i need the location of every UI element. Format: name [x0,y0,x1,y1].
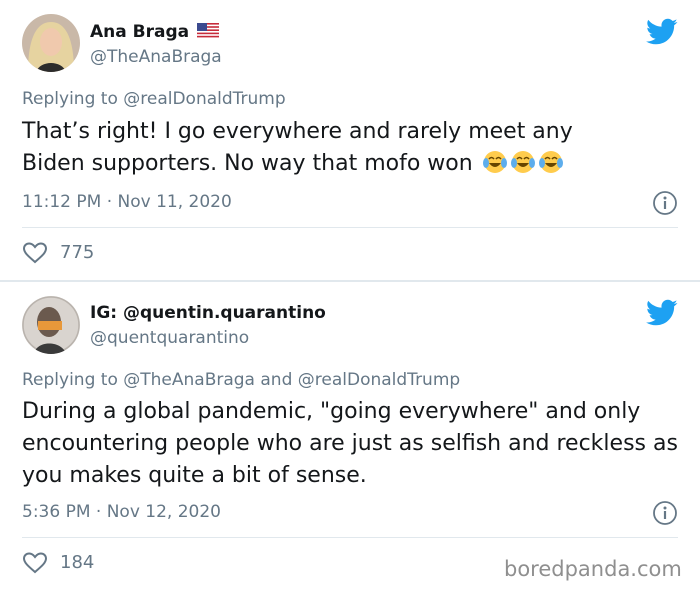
author-name-text: Ana Braga [90,22,190,42]
divider [22,227,678,228]
face-with-tears-of-joy-icon [482,151,507,173]
avatar[interactable] [22,14,80,72]
author-handle[interactable]: @TheAnaBraga [90,47,222,67]
face-with-tears-of-joy-icon [538,151,563,173]
twitter-bird-icon[interactable] [646,299,678,327]
like-count: 775 [60,242,95,263]
tweet-text-line-2: Biden supporters. No way that mofo won [22,148,682,180]
mention-link[interactable]: @realDonaldTrump [298,370,460,390]
face-with-tears-of-joy-icon [510,151,535,173]
tweet-card: Ana Braga @TheAnaBraga Replying to @real… [0,0,700,280]
author-name[interactable]: Ana Braga [90,22,220,42]
us-flag-icon [197,23,220,38]
tweet-text-line: Biden supporters. No way that mofo won [22,151,473,176]
mention-link[interactable]: @realDonaldTrump [123,89,285,109]
avatar[interactable] [22,296,80,354]
timestamp[interactable]: 5:36 PM · Nov 12, 2020 [22,502,221,522]
tweet-text-line: That’s right! I go everywhere and rarely… [22,119,573,144]
divider [22,537,678,538]
replying-prefix: Replying to [22,370,118,390]
mention-link[interactable]: @TheAnaBraga [123,370,255,390]
tweet-card: IG: @quentin.quarantino @quentquarantino… [0,282,700,592]
author-name[interactable]: IG: @quentin.quarantino [90,303,326,323]
replying-to: Replying to @TheAnaBraga and @realDonald… [22,370,460,390]
replying-conj: and [260,370,293,390]
replying-to: Replying to @realDonaldTrump [22,89,286,109]
heart-icon[interactable] [22,241,48,265]
heart-icon[interactable] [22,551,48,575]
replying-prefix: Replying to [22,89,118,109]
info-icon[interactable] [652,190,678,216]
author-handle[interactable]: @quentquarantino [90,328,249,348]
watermark: boredpanda.com [504,557,682,581]
tweet-text: That’s right! I go everywhere and rarely… [22,116,682,180]
timestamp[interactable]: 11:12 PM · Nov 11, 2020 [22,192,232,212]
tweet-text: During a global pandemic, "going everywh… [22,399,678,488]
twitter-bird-icon[interactable] [646,18,678,46]
like-count: 184 [60,552,95,573]
info-icon[interactable] [652,500,678,526]
